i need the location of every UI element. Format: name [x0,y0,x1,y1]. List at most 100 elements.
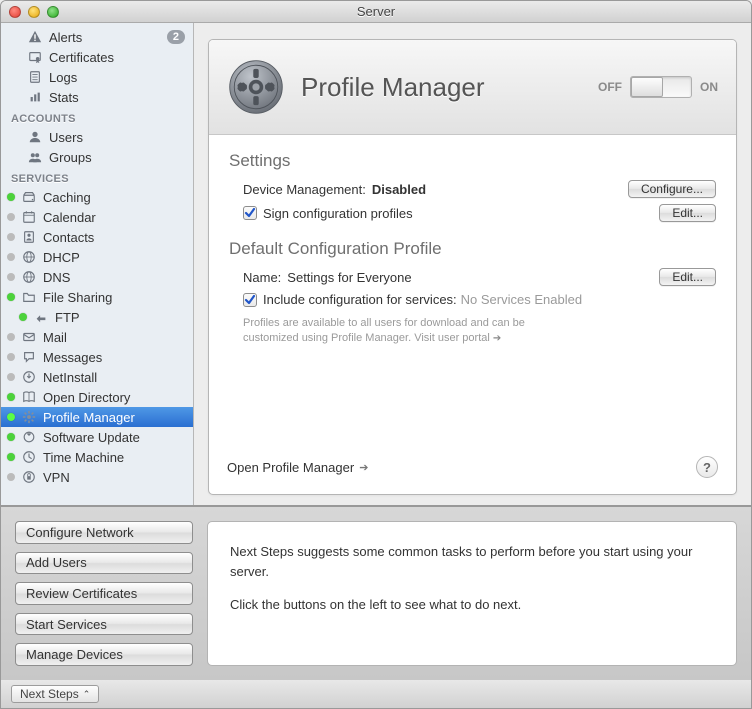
titlebar: Server [1,1,751,23]
sidebar-item-dhcp[interactable]: DHCP [1,247,193,267]
include-services-checkbox[interactable]: Include configuration for services: [243,292,457,307]
sidebar-item-label: Software Update [43,430,185,445]
globe-icon [21,249,37,265]
contacts-icon [21,229,37,245]
include-services-value: No Services Enabled [461,292,582,307]
start-services-button[interactable]: Start Services [15,613,193,636]
status-dot [7,433,15,441]
include-services-label: Include configuration for services: [263,292,457,307]
status-dot [7,233,15,241]
bubble-icon [21,349,37,365]
calendar-icon [21,209,37,225]
users-icon [27,129,43,145]
window-title: Server [1,4,751,19]
add-users-button[interactable]: Add Users [15,552,193,575]
status-dot [7,453,15,461]
mail-icon [21,329,37,345]
review-certificates-button[interactable]: Review Certificates [15,582,193,605]
gear-icon [21,409,37,425]
help-button[interactable]: ? [696,456,718,478]
manage-devices-button[interactable]: Manage Devices [15,643,193,666]
sidebar-item-file-sharing[interactable]: File Sharing [1,287,193,307]
sidebar-item-mail[interactable]: Mail [1,327,193,347]
configure-network-button[interactable]: Configure Network [15,521,193,544]
status-dot [7,473,15,481]
configure-button[interactable]: Configure... [628,180,716,198]
sidebar-item-contacts[interactable]: Contacts [1,227,193,247]
globe-icon [21,269,37,285]
update-icon [21,429,37,445]
status-dot [7,333,15,341]
badge: 2 [167,30,185,44]
sidebar-item-label: Users [49,130,185,145]
status-dot [7,293,15,301]
sidebar-item-messages[interactable]: Messages [1,347,193,367]
service-toggle[interactable] [630,76,692,98]
sidebar-item-label: Certificates [49,50,185,65]
sign-profiles-checkbox[interactable]: Sign configuration profiles [243,206,413,221]
groups-icon [27,149,43,165]
sidebar-item-label: NetInstall [43,370,185,385]
status-dot [7,213,15,221]
sidebar-item-label: Messages [43,350,185,365]
vpn-icon [21,469,37,485]
stats-icon [27,89,43,105]
sidebar-item-caching[interactable]: Caching [1,187,193,207]
sidebar-item-calendar[interactable]: Calendar [1,207,193,227]
sidebar-item-alerts[interactable]: Alerts 2 [1,27,193,47]
sidebar-item-ftp[interactable]: FTP [1,307,193,327]
sidebar-item-certificates[interactable]: Certificates [1,47,193,67]
sidebar-item-label: VPN [43,470,185,485]
sidebar-item-label: Logs [49,70,185,85]
on-label: ON [700,80,718,94]
device-mgmt-label: Device Management: [243,182,366,197]
status-dot [7,393,15,401]
arrow-icon[interactable]: ➔ [493,333,501,344]
statusbar: Next Steps ⌃ [1,680,751,708]
next-steps-text: Next Steps suggests some common tasks to… [207,521,737,666]
sidebar-item-dns[interactable]: DNS [1,267,193,287]
sign-edit-button[interactable]: Edit... [659,204,716,222]
logs-icon [27,69,43,85]
folder-icon [21,289,37,305]
book-icon [21,389,37,405]
default-profile-heading: Default Configuration Profile [229,239,716,259]
profile-hint: Profiles are available to all users for … [229,310,716,347]
sidebar-item-netinstall[interactable]: NetInstall [1,367,193,387]
checkbox-icon [243,293,257,307]
sidebar: Alerts 2 Certificates Logs Stats ACCOUNTS Us… [1,23,194,505]
sidebar-item-profile-manager[interactable]: Profile Manager [1,407,193,427]
checkbox-icon [243,206,257,220]
open-profile-manager-link[interactable]: Open Profile Manager ➔ [227,460,368,475]
sidebar-item-groups[interactable]: Groups [1,147,193,167]
sidebar-item-logs[interactable]: Logs [1,67,193,87]
page-title: Profile Manager [301,72,582,103]
sidebar-item-label: Mail [43,330,185,345]
alerts-icon [27,29,43,45]
accounts-header: ACCOUNTS [1,107,193,127]
sidebar-item-label: DNS [43,270,185,285]
arrow2-icon [33,309,49,325]
sidebar-item-stats[interactable]: Stats [1,87,193,107]
sign-profiles-label: Sign configuration profiles [263,206,413,221]
chevron-up-icon: ⌃ [83,689,91,700]
sidebar-item-software-update[interactable]: Software Update [1,427,193,447]
sidebar-item-users[interactable]: Users [1,127,193,147]
sidebar-item-label: Alerts [49,30,161,45]
status-dot [7,373,15,381]
sidebar-item-vpn[interactable]: VPN [1,467,193,487]
sidebar-item-open-directory[interactable]: Open Directory [1,387,193,407]
disk-icon [21,189,37,205]
sidebar-item-label: Time Machine [43,450,185,465]
profile-edit-button[interactable]: Edit... [659,268,716,286]
sidebar-item-label: File Sharing [43,290,185,305]
sidebar-item-label: Open Directory [43,390,185,405]
sidebar-item-label: Profile Manager [43,410,185,425]
next-steps-toggle[interactable]: Next Steps ⌃ [11,685,99,703]
status-dot [7,273,15,281]
sidebar-item-time-machine[interactable]: Time Machine [1,447,193,467]
card-header: Profile Manager OFF ON [209,40,736,135]
settings-heading: Settings [229,151,716,171]
main-panel: Profile Manager OFF ON Settings Device M… [194,23,751,505]
certificates-icon [27,49,43,65]
